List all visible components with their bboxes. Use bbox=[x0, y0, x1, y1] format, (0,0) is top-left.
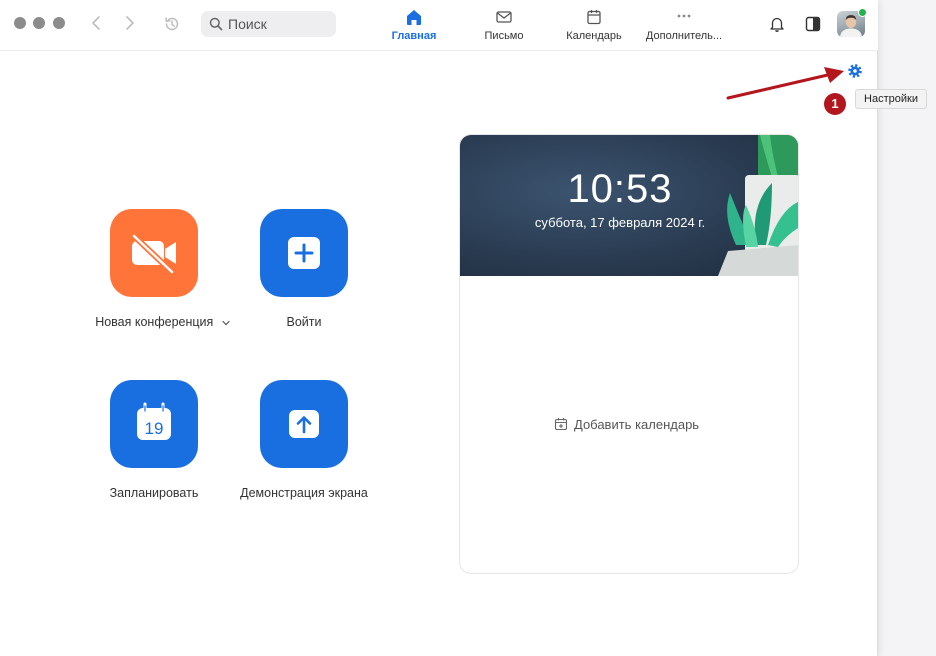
mail-icon bbox=[496, 11, 512, 23]
bell-icon[interactable] bbox=[768, 15, 786, 33]
home-icon bbox=[407, 10, 421, 25]
new-meeting-label-text: Новая конференция bbox=[95, 315, 214, 329]
more-icon bbox=[677, 14, 691, 18]
add-calendar-link[interactable]: Добавить календарь bbox=[554, 417, 699, 432]
tab-mail-label: Письмо bbox=[484, 30, 524, 42]
video-off-icon bbox=[131, 233, 176, 275]
search-box[interactable] bbox=[201, 11, 336, 37]
join-label: Войти bbox=[286, 315, 322, 329]
clock-date: суббота, 17 февраля 2024 г. bbox=[534, 215, 706, 230]
schedule-button[interactable]: 19 bbox=[110, 380, 198, 468]
close-window-button[interactable] bbox=[14, 17, 26, 29]
share-screen-button[interactable] bbox=[260, 380, 348, 468]
zoom-window-button[interactable] bbox=[53, 17, 65, 29]
tab-more[interactable]: Дополнитель... bbox=[642, 8, 726, 46]
calendar-date-icon: 19 bbox=[137, 402, 171, 440]
tab-calendar[interactable]: Календарь bbox=[562, 8, 626, 46]
calendar-card: 10:53 суббота, 17 февраля 2024 г. Добави… bbox=[459, 134, 799, 574]
share-screen-label: Демонстрация экрана bbox=[240, 486, 368, 500]
calendar-icon bbox=[587, 10, 601, 25]
clock-banner: 10:53 суббота, 17 февраля 2024 г. bbox=[460, 135, 798, 276]
tab-home-label: Главная bbox=[391, 30, 437, 42]
plus-icon bbox=[288, 237, 320, 269]
history-icon[interactable] bbox=[163, 15, 181, 33]
schedule-day-number: 19 bbox=[145, 419, 164, 438]
add-calendar-icon bbox=[554, 418, 568, 431]
back-arrow-icon[interactable] bbox=[88, 14, 106, 32]
search-icon bbox=[209, 17, 223, 31]
forward-arrow-icon[interactable] bbox=[120, 14, 138, 32]
new-meeting-label[interactable]: Новая конференция bbox=[90, 315, 235, 329]
search-input[interactable] bbox=[228, 14, 328, 34]
schedule-label: Запланировать bbox=[109, 486, 199, 500]
tab-more-label: Дополнитель... bbox=[645, 30, 723, 42]
settings-tooltip: Настройки bbox=[855, 89, 927, 109]
side-panel-icon[interactable] bbox=[804, 15, 822, 33]
share-screen-icon bbox=[289, 410, 319, 438]
title-bar: Главная Письмо Календарь Дополнитель... bbox=[0, 0, 878, 51]
tab-calendar-label: Календарь bbox=[566, 30, 622, 42]
settings-gear-icon[interactable] bbox=[847, 63, 863, 79]
zoom-window: Главная Письмо Календарь Дополнитель... bbox=[0, 0, 927, 656]
join-button[interactable] bbox=[260, 209, 348, 297]
tab-mail[interactable]: Письмо bbox=[478, 8, 530, 46]
chevron-down-icon[interactable] bbox=[222, 319, 230, 327]
minimize-window-button[interactable] bbox=[33, 17, 45, 29]
add-calendar-label: Добавить календарь bbox=[574, 417, 700, 432]
tab-home[interactable]: Главная bbox=[388, 8, 440, 46]
annotation-marker: 1 bbox=[824, 93, 846, 115]
clock-time: 10:53 bbox=[567, 167, 673, 211]
online-status-dot bbox=[858, 8, 867, 17]
new-meeting-button[interactable] bbox=[110, 209, 198, 297]
